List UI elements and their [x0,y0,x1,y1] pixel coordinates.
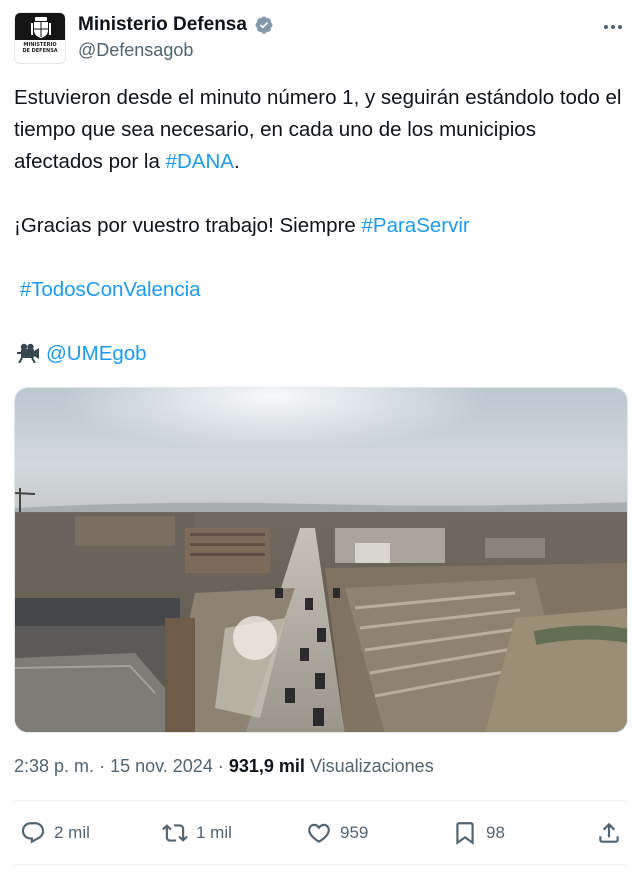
bookmark-button[interactable]: 98 [452,815,505,851]
more-options-button[interactable] [600,14,626,40]
tweet-paragraph-3: #TodosConValencia [14,274,626,306]
tweet-header: MINISTERIO DE DEFENSA Ministerio Defensa… [14,12,626,66]
heart-icon [308,823,330,843]
reply-count: 2 mil [54,823,90,842]
tweet-text-line2: ¡Gracias por vuestro trabajo! Siempre [14,214,362,237]
video-media[interactable] [14,387,628,733]
repost-count: 1 mil [196,823,232,842]
display-name[interactable]: Ministerio Defensa [78,14,247,36]
avatar-caption: MINISTERIO DE DEFENSA [17,42,63,54]
tweet-paragraph-2: ¡Gracias por vuestro trabajo! Siempre #P… [14,210,626,242]
hashtag-paraservir-link[interactable]: #ParaServir [362,214,470,237]
like-count: 959 [340,823,369,842]
views-count: 931,9 mil [228,756,305,776]
tweet-paragraph-4: @UMEgob [14,338,626,370]
bookmark-count: 98 [486,823,505,842]
tweet-body: Estuvieron desde el minuto número 1, y s… [14,82,626,370]
aerial-flood-scene-image [15,388,627,732]
divider [14,800,626,801]
hashtag-todosconvalencia-link[interactable]: #TodosConValencia [20,278,201,301]
repost-button[interactable]: 1 mil [162,815,232,851]
tweet-time[interactable]: 2:38 p. m. [14,756,94,776]
views-label: Visualizaciones [309,756,434,776]
divider [14,864,626,865]
tweet-text-line1-end: . [233,150,240,173]
reply-button[interactable]: 2 mil [20,815,90,851]
tweet-paragraph-1: Estuvieron desde el minuto número 1, y s… [14,82,626,178]
mention-umegob-link[interactable]: @UMEgob [46,342,147,365]
meta-separator: · [99,756,106,776]
more-options-icon [604,25,622,29]
bookmark-icon [456,822,474,845]
coat-of-arms-icon [31,17,51,38]
hashtag-dana-link[interactable]: #DANA [166,150,234,173]
repost-icon [162,824,188,842]
tweet-meta: 2:38 p. m. · 15 nov. 2024 · 931,9 mil Vi… [14,756,434,777]
share-icon [599,822,619,843]
tweet-date[interactable]: 15 nov. 2024 [110,756,213,776]
action-bar: 2 mil 1 mil 959 98 [14,815,626,851]
account-handle[interactable]: @Defensagob [78,40,274,61]
avatar-caption-line2: DE DEFENSA [22,48,58,54]
meta-separator: · [217,756,224,776]
like-button[interactable]: 959 [306,815,368,851]
video-camera-icon [17,343,39,363]
share-button[interactable] [596,815,622,851]
avatar[interactable]: MINISTERIO DE DEFENSA [14,12,66,64]
reply-icon [21,822,45,844]
verified-badge-icon[interactable] [254,15,274,35]
account-names: Ministerio Defensa @Defensagob [78,14,274,61]
tweet-text-line1: Estuvieron desde el minuto número 1, y s… [14,86,622,173]
